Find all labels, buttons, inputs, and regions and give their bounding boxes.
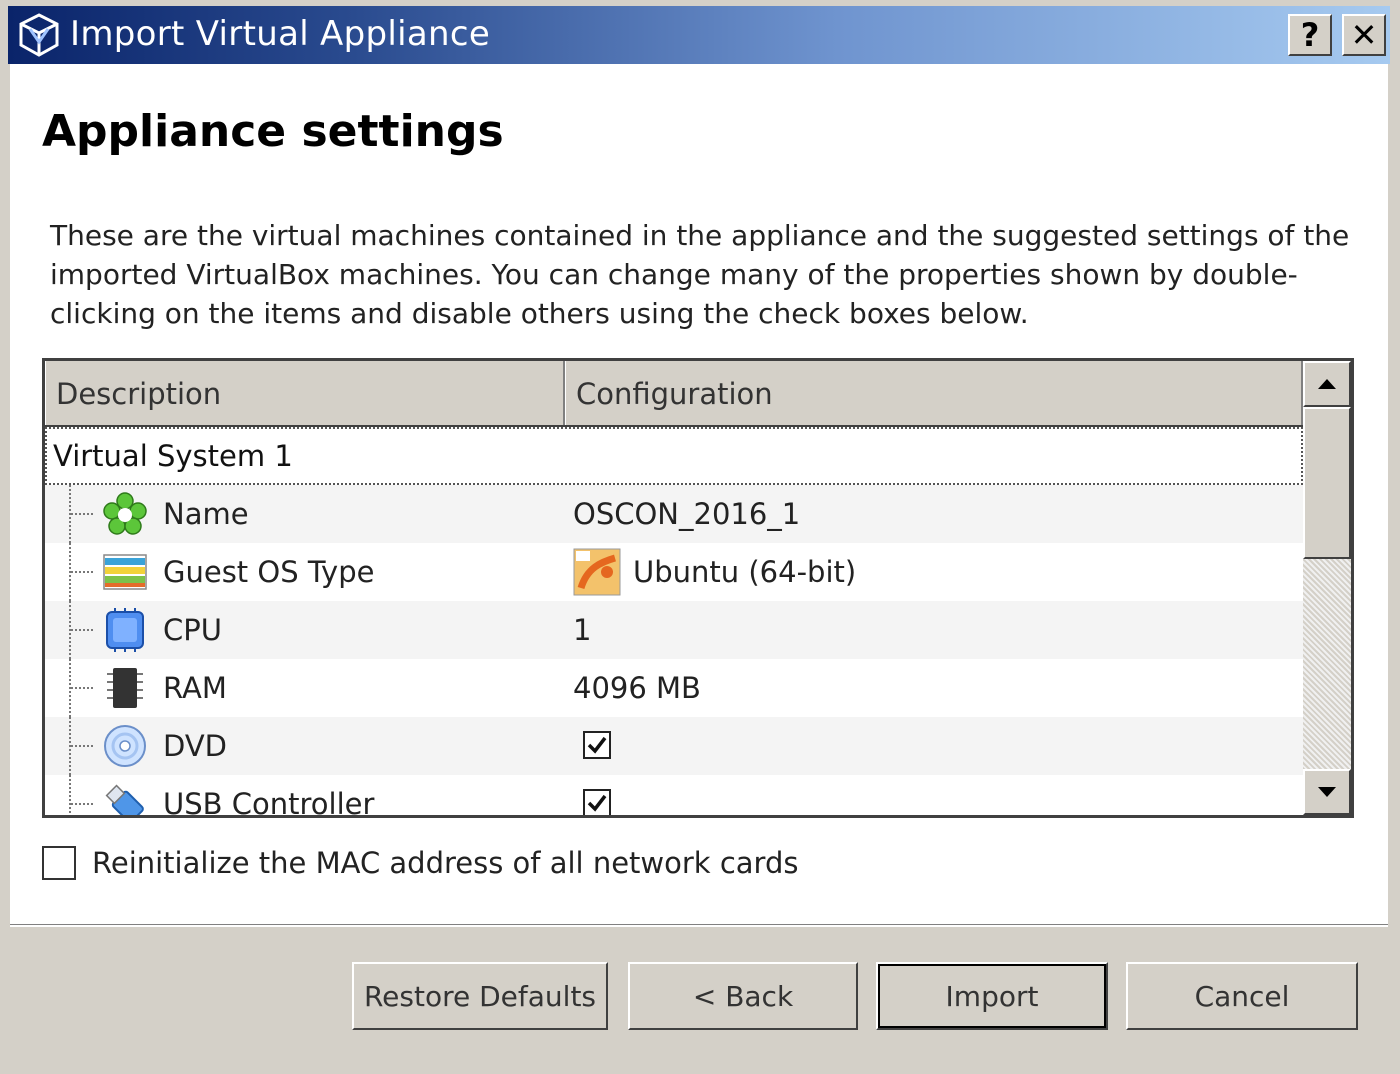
- ubuntu-64-icon: [573, 548, 621, 596]
- table-row-usb[interactable]: USB Controller: [45, 775, 1303, 818]
- tree-branch: [71, 803, 93, 805]
- arrow-up-icon: [1318, 379, 1336, 389]
- table-body: Virtual System 1 Name OSCON_2016_1 Guest…: [45, 427, 1303, 818]
- window-title: Import Virtual Appliance: [70, 14, 491, 54]
- row-label-name: Name: [163, 497, 249, 531]
- name-icon: [103, 492, 147, 535]
- table-header: Description Configuration: [45, 361, 1303, 427]
- tree-branch: [71, 629, 93, 631]
- row-label-guest-os: Guest OS Type: [163, 555, 375, 589]
- tree-branch: [71, 571, 93, 573]
- table-row-dvd[interactable]: DVD: [45, 717, 1303, 775]
- help-button[interactable]: ?: [1288, 14, 1332, 56]
- table-row-ram[interactable]: RAM 4096 MB: [45, 659, 1303, 717]
- tree-branch: [71, 687, 93, 689]
- wizard-page: Appliance settings These are the virtual…: [10, 64, 1388, 924]
- reinit-mac-checkbox[interactable]: [42, 846, 76, 880]
- virtual-system-label: Virtual System 1: [53, 439, 293, 473]
- appliance-settings-table[interactable]: Description Configuration Virtual System…: [42, 358, 1354, 818]
- guest-os-text: Ubuntu (64-bit): [633, 555, 857, 589]
- page-title: Appliance settings: [42, 106, 504, 157]
- scroll-down-button[interactable]: [1303, 769, 1351, 815]
- cancel-button[interactable]: Cancel: [1126, 962, 1358, 1030]
- back-button[interactable]: < Back: [628, 962, 858, 1030]
- row-label-ram: RAM: [163, 671, 227, 705]
- column-header-configuration[interactable]: Configuration: [565, 361, 1303, 425]
- row-value-name[interactable]: OSCON_2016_1: [573, 485, 800, 543]
- close-icon: ✕: [1350, 16, 1378, 54]
- row-value-ram[interactable]: 4096 MB: [573, 659, 701, 717]
- import-appliance-dialog: Import Virtual Appliance ? ✕ Appliance s…: [0, 0, 1400, 1074]
- arrow-down-icon: [1318, 787, 1336, 797]
- checkmark-icon: [587, 794, 607, 812]
- tree-branch: [71, 745, 93, 747]
- button-bar-divider: [10, 924, 1388, 927]
- row-label-dvd: DVD: [163, 729, 227, 763]
- ram-icon: [107, 668, 143, 708]
- import-button[interactable]: Import: [876, 962, 1108, 1030]
- cpu-icon: [106, 608, 144, 652]
- usb-checkbox[interactable]: [583, 789, 611, 815]
- tree-line: [69, 775, 71, 815]
- row-label-cpu: CPU: [163, 613, 222, 647]
- vertical-scrollbar[interactable]: [1303, 361, 1351, 815]
- scroll-up-button[interactable]: [1303, 361, 1351, 407]
- dvd-checkbox[interactable]: [583, 731, 611, 759]
- reinit-mac-label[interactable]: Reinitialize the MAC address of all netw…: [92, 844, 798, 882]
- title-bar[interactable]: Import Virtual Appliance ? ✕: [8, 6, 1390, 64]
- dvd-icon: [104, 725, 146, 767]
- tree-branch: [71, 513, 93, 515]
- virtualbox-logo-icon: [19, 13, 59, 57]
- row-value-guest-os[interactable]: Ubuntu (64-bit): [573, 543, 856, 601]
- table-row-cpu[interactable]: CPU 1: [45, 601, 1303, 659]
- help-icon: ?: [1300, 16, 1320, 54]
- checkmark-icon: [587, 736, 607, 754]
- row-label-usb: USB Controller: [163, 787, 375, 818]
- usb-icon: [105, 784, 144, 815]
- row-value-cpu[interactable]: 1: [573, 601, 591, 659]
- virtual-system-group-row[interactable]: Virtual System 1: [45, 427, 1303, 485]
- table-row-guest-os[interactable]: Guest OS Type Ubuntu (64-bit): [45, 543, 1303, 601]
- restore-defaults-button[interactable]: Restore Defaults: [352, 962, 608, 1030]
- close-button[interactable]: ✕: [1342, 14, 1386, 56]
- column-header-description[interactable]: Description: [45, 361, 565, 425]
- scrollbar-thumb[interactable]: [1303, 407, 1351, 559]
- guest-os-icon: [103, 554, 147, 590]
- table-row-name[interactable]: Name OSCON_2016_1: [45, 485, 1303, 543]
- page-description: These are the virtual machines contained…: [50, 219, 1350, 330]
